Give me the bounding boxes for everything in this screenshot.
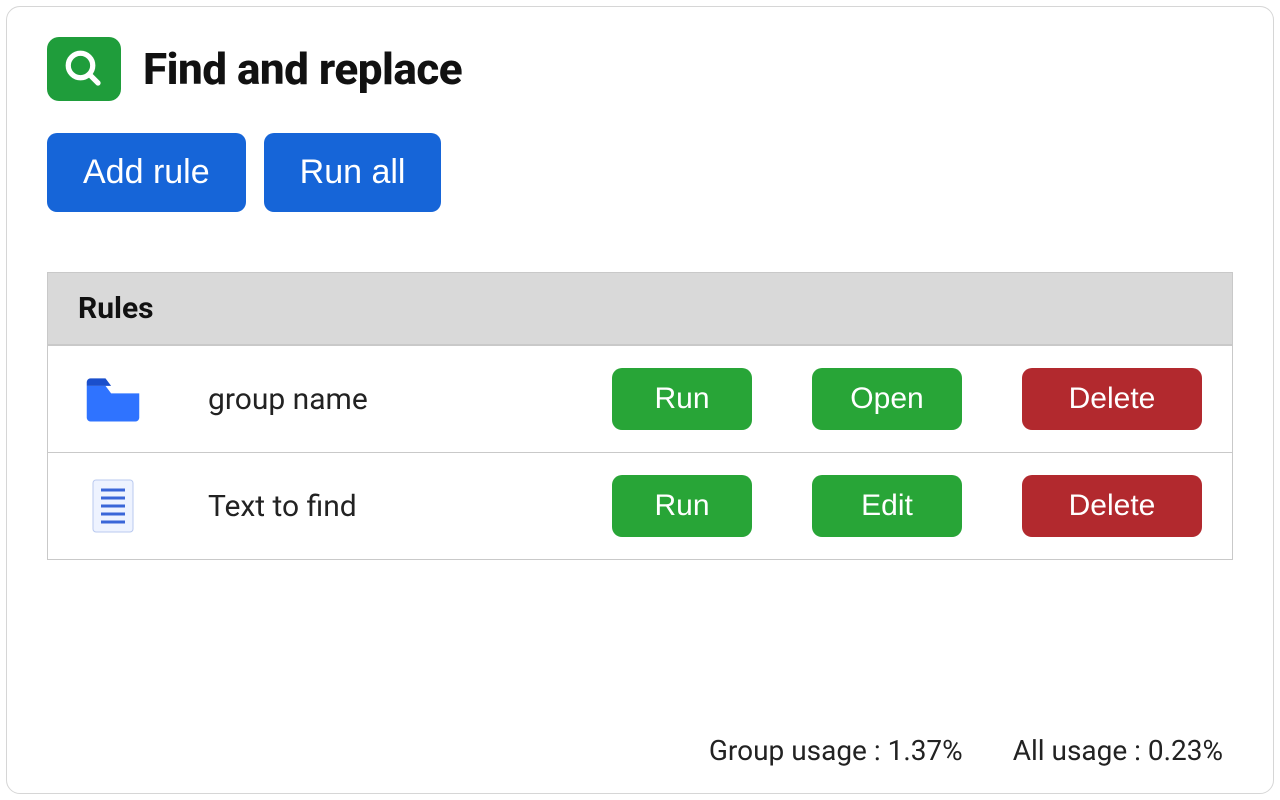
open-button[interactable]: Open [812, 368, 962, 430]
table-row: group name Run Open Delete [48, 345, 1232, 452]
all-usage-label: All usage : [1013, 734, 1141, 767]
edit-button[interactable]: Edit [812, 475, 962, 537]
delete-button[interactable]: Delete [1022, 475, 1202, 537]
find-replace-panel: Find and replace Add rule Run all Rules … [6, 6, 1274, 794]
rule-label: Text to find [168, 489, 458, 524]
rules-table-header: Rules [48, 273, 1232, 345]
add-rule-button[interactable]: Add rule [47, 133, 246, 212]
delete-button[interactable]: Delete [1022, 368, 1202, 430]
search-icon [47, 37, 121, 101]
row-actions: Run Open Delete [612, 368, 1202, 430]
row-actions: Run Edit Delete [612, 475, 1202, 537]
all-usage-value: 0.23% [1148, 734, 1223, 767]
all-usage: All usage : 0.23% [1013, 734, 1223, 767]
toolbar: Add rule Run all [47, 133, 1233, 212]
folder-icon [78, 375, 148, 423]
run-button[interactable]: Run [612, 475, 752, 537]
footer-stats: Group usage : 1.37% All usage : 0.23% [47, 724, 1233, 773]
group-usage-value: 1.37% [888, 734, 963, 767]
run-button[interactable]: Run [612, 368, 752, 430]
run-all-button[interactable]: Run all [264, 133, 442, 212]
page-title: Find and replace [143, 43, 462, 95]
table-row: Text to find Run Edit Delete [48, 452, 1232, 559]
document-icon [78, 478, 148, 534]
group-usage: Group usage : 1.37% [709, 734, 963, 767]
header-row: Find and replace [47, 37, 1233, 101]
group-usage-label: Group usage : [709, 734, 881, 767]
rule-label: group name [168, 382, 458, 417]
rules-table: Rules group name Run Open Delete [47, 272, 1233, 560]
